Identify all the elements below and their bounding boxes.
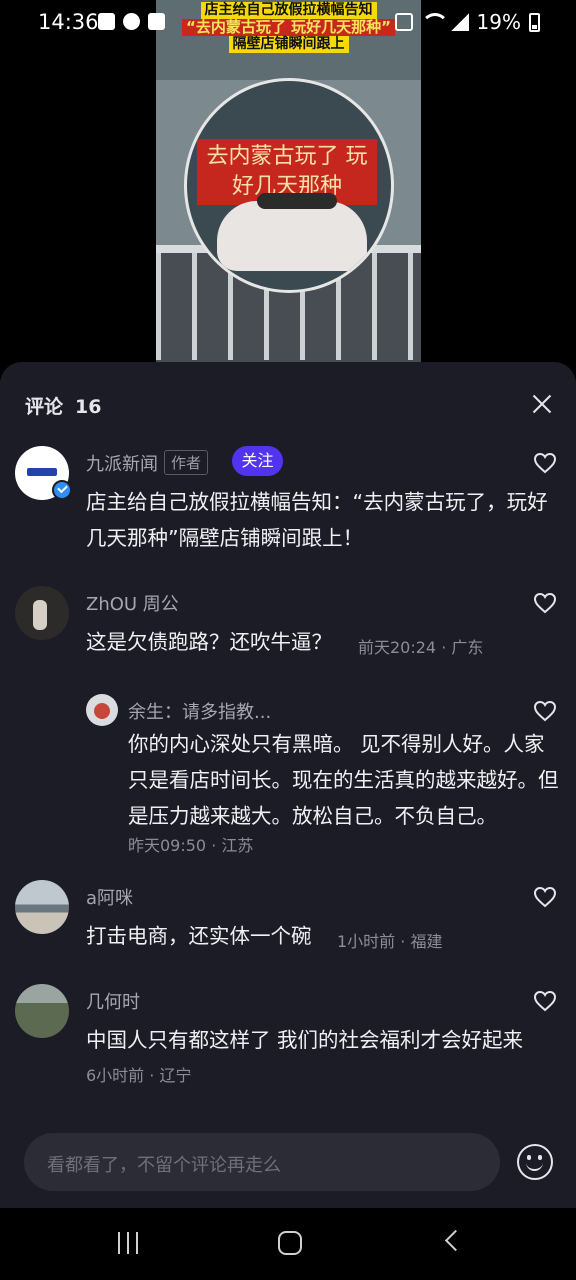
- follow-button[interactable]: 关注: [232, 446, 283, 476]
- status-bar: 14:36 19%: [0, 0, 576, 46]
- avatar[interactable]: [86, 694, 118, 726]
- comment-input[interactable]: 看都看了，不留个评论再走么: [24, 1133, 500, 1191]
- comment-meta: 前天20:24 · 广东: [358, 638, 484, 657]
- comments-sheet: 评论 16 九派新闻 作者 关注 店主给自己放假拉横幅告知：“去内蒙古玩了，玩好几天…: [0, 362, 576, 1208]
- gallery-icon: [98, 13, 115, 30]
- like-icon[interactable]: [533, 700, 557, 722]
- comment-text: 店主给自己放假拉横幅告知：“去内蒙古玩了，玩好几天那种”隔壁店铺瞬间跟上！: [86, 490, 548, 550]
- video-player[interactable]: 店主给自己放假拉横幅告知 “去内蒙古玩了 玩好几天那种” 隔壁店铺瞬间跟上 去内…: [156, 0, 421, 362]
- comment-text: 打击电商，还实体一个碗: [86, 924, 312, 948]
- comment-author-name[interactable]: 余生：请多指教...: [128, 698, 271, 724]
- comment-input-placeholder: 看都看了，不留个评论再走么: [47, 1155, 281, 1176]
- battery-icon: [529, 12, 540, 32]
- comment-meta: 1小时前 · 福建: [337, 932, 443, 951]
- comment-author-name[interactable]: a阿咪: [86, 884, 133, 910]
- scooter-image: [217, 201, 367, 271]
- like-icon[interactable]: [533, 592, 557, 614]
- notification-icons: [98, 13, 165, 30]
- system-nav-bar: [0, 1208, 576, 1280]
- like-icon[interactable]: [533, 886, 557, 908]
- recent-apps-icon[interactable]: [118, 1232, 140, 1254]
- comments-count: 16: [75, 396, 102, 418]
- home-icon[interactable]: [278, 1231, 302, 1255]
- avatar[interactable]: [15, 586, 69, 640]
- comment-text: 这是欠债跑路？还吹牛逼？: [86, 630, 332, 654]
- comment-author-name: 九派新闻: [86, 454, 158, 475]
- verified-badge-icon: [52, 480, 72, 500]
- like-icon[interactable]: [533, 990, 557, 1012]
- status-time: 14:36: [38, 10, 99, 34]
- comment-author-name[interactable]: ZhOU 周公: [86, 590, 179, 616]
- wifi-icon: [420, 13, 449, 31]
- publisher-logo: [27, 468, 57, 476]
- mute-icon: [394, 13, 413, 31]
- avatar[interactable]: [15, 880, 69, 934]
- battery-percent: 19%: [476, 10, 521, 34]
- signal-icon: [450, 13, 469, 31]
- avatar[interactable]: [15, 984, 69, 1038]
- comment-text: 你的内心深处只有黑暗。 见不得别人好。人家只是看店时间长。现在的生活真的越来越好…: [128, 732, 559, 828]
- check-icon: [148, 13, 165, 30]
- system-icons: 19%: [394, 10, 540, 34]
- comments-header: 评论 16: [25, 392, 101, 419]
- scooter-seat: [257, 193, 337, 209]
- comment-meta: 6小时前 · 辽宁: [86, 1066, 192, 1085]
- like-icon[interactable]: [533, 452, 557, 474]
- comment-author-name[interactable]: 几何时: [86, 988, 140, 1014]
- comment-author[interactable]: 九派新闻 作者: [86, 450, 209, 476]
- comment-meta: 昨天09:50 · 江苏: [128, 836, 254, 855]
- comments-title: 评论: [25, 396, 64, 418]
- close-icon[interactable]: [530, 392, 554, 416]
- avatar-figure: [94, 703, 110, 719]
- video-zoom-circle: 去内蒙古玩了 玩好几天那种: [184, 78, 394, 293]
- author-tag: 作者: [164, 450, 209, 475]
- app-notification-icon: [123, 13, 140, 30]
- back-icon[interactable]: [444, 1229, 467, 1252]
- comment-text: 中国人只有都这样了 我们的社会福利才会好起来: [86, 1028, 524, 1052]
- emoji-icon[interactable]: [517, 1144, 553, 1180]
- avatar-figure: [33, 600, 47, 630]
